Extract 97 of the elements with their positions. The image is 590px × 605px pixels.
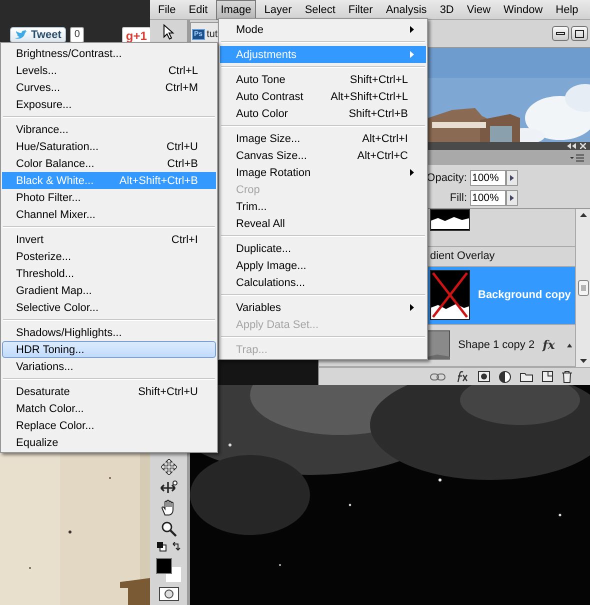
shortcut-text: Alt+Ctrl+C [357, 150, 409, 162]
minimize-button[interactable] [552, 26, 569, 41]
menu-item[interactable]: Gradient Map... [2, 282, 216, 299]
submenu-arrow-icon [410, 304, 414, 311]
link-icon[interactable] [430, 372, 446, 381]
move-arrows-icon[interactable] [160, 459, 176, 475]
shortcut-text: Ctrl+B [167, 158, 199, 170]
folder-icon[interactable] [520, 372, 533, 382]
menu-item[interactable]: Canvas Size... Alt+Ctrl+C [220, 147, 426, 164]
fill-label: Fill: [450, 192, 468, 204]
menu-item[interactable]: Mode [220, 21, 426, 38]
menu-item[interactable]: Curves... Ctrl+M [2, 79, 216, 96]
shortcut-text: Shift+Ctrl+U [138, 386, 199, 398]
expand-arrow-icon[interactable] [566, 342, 572, 348]
shortcut-text: Alt+Ctrl+I [362, 132, 409, 144]
hand-icon[interactable] [160, 499, 176, 516]
menu-bar-item[interactable]: Edit [184, 0, 213, 20]
menu-item[interactable]: Auto Color Shift+Ctrl+B [220, 105, 426, 122]
menu-bar-item[interactable]: Layer [259, 0, 297, 20]
mask-icon[interactable] [478, 371, 490, 382]
submenu-arrow-icon [410, 51, 414, 58]
restore-button[interactable] [571, 26, 588, 41]
menu-item[interactable]: Trim... [220, 198, 426, 215]
menu-item[interactable]: Brightness/Contrast... [2, 45, 216, 62]
menu-item[interactable]: Replace Color... [2, 417, 216, 434]
shortcut-text: Shift+Ctrl+L [350, 74, 409, 86]
scroll-down-icon[interactable] [580, 359, 586, 364]
scroll-thumb-icon[interactable] [578, 280, 588, 296]
new-layer-icon[interactable] [542, 371, 553, 382]
shortcut-text: Alt+Shift+Ctrl+L [330, 90, 409, 102]
shortcut-text: Ctrl+I [171, 234, 199, 246]
menu-item[interactable]: Variations... [2, 358, 216, 375]
opacity-stepper[interactable] [506, 170, 518, 186]
menu-bar-item[interactable]: Filter [343, 0, 378, 20]
tweet-count: 0 [70, 27, 84, 43]
shortcut-text: Shift+Ctrl+B [348, 108, 409, 120]
menu-item[interactable]: HDR Toning... [2, 341, 216, 358]
menu-item[interactable]: Auto Contrast Alt+Shift+Ctrl+L [220, 88, 426, 105]
menu-item[interactable]: Image Rotation [220, 164, 426, 181]
scroll-up-icon[interactable] [580, 212, 586, 217]
opacity-field[interactable]: 100% [470, 170, 506, 186]
menu-bar-item[interactable]: 3D [434, 0, 459, 20]
menu-item[interactable]: Levels... Ctrl+L [2, 62, 216, 79]
menu-item[interactable]: Equalize [2, 434, 216, 451]
menu-item[interactable]: Auto Tone Shift+Ctrl+L [220, 71, 426, 88]
bird-icon [15, 30, 28, 40]
menu-item[interactable]: Image Size... Alt+Ctrl+I [220, 130, 426, 147]
opacity-label: Opacity: [426, 172, 468, 184]
shortcut-text: Ctrl+L [168, 64, 199, 76]
restore-icon [575, 30, 584, 38]
move-arrows-icon[interactable] [160, 480, 178, 494]
panel-menu-icon[interactable] [570, 154, 584, 162]
menu-bar-item[interactable]: Analysis [380, 0, 432, 20]
fx-label: fx [542, 338, 555, 352]
menu-item[interactable]: Hue/Saturation... Ctrl+U [2, 138, 216, 155]
menu-item[interactable]: Match Color... [2, 400, 216, 417]
layer-thumbnail [430, 208, 470, 231]
scrollbar[interactable] [575, 208, 590, 368]
menu-bar-item[interactable]: Image [216, 0, 256, 20]
menu-item[interactable]: Channel Mixer... [2, 206, 216, 223]
default-colors-icon[interactable] [156, 542, 180, 553]
menu-item[interactable]: Posterize... [2, 248, 216, 265]
move-tool-icon[interactable] [162, 24, 174, 40]
menu-item[interactable]: Threshold... [2, 265, 216, 282]
minimize-icon [556, 32, 565, 35]
shortcut-text: Ctrl+U [166, 140, 199, 152]
close-icon[interactable] [580, 143, 586, 149]
shortcut-text: Alt+Shift+Ctrl+B [119, 174, 199, 186]
fx-icon[interactable] [455, 370, 469, 383]
tweet-button[interactable]: Tweet [10, 27, 66, 43]
menu-item[interactable]: Desaturate Shift+Ctrl+U [2, 383, 216, 400]
trash-icon[interactable] [562, 370, 572, 383]
fill-stepper[interactable] [506, 190, 518, 206]
menu-bar-item[interactable]: Help [550, 0, 584, 20]
menu-item[interactable]: Color Balance... Ctrl+B [2, 155, 216, 172]
menu-item[interactable]: Photo Filter... [2, 189, 216, 206]
adjustment-icon[interactable] [499, 370, 511, 383]
arrow-icon [510, 174, 514, 181]
menu-bar-item[interactable]: Window [498, 0, 548, 20]
quick-mask-icon[interactable] [158, 587, 178, 601]
menu-item[interactable]: Vibrance... [2, 121, 216, 138]
fill-field[interactable]: 100% [470, 190, 506, 206]
menu-item[interactable]: Invert Ctrl+I [2, 231, 216, 248]
menu-bar-item[interactable]: Select [300, 0, 340, 20]
menu-item[interactable]: Selective Color... [2, 299, 216, 316]
menu-item[interactable]: Exposure... [2, 96, 216, 113]
submenu-arrow-icon [410, 169, 414, 176]
color-swatches-icon[interactable] [156, 558, 182, 582]
layer-thumbnail [430, 270, 470, 320]
submenu-arrow-icon [410, 26, 414, 33]
search-icon[interactable] [160, 521, 176, 537]
menu-item[interactable]: Shadows/Highlights... [2, 324, 216, 341]
arrow-icon [510, 194, 514, 201]
menu-bar-item[interactable]: File [153, 0, 181, 20]
shortcut-text: Ctrl+M [165, 82, 199, 94]
menu-item[interactable]: Reveal All [220, 215, 426, 232]
menu-bar-item[interactable]: View [462, 0, 496, 20]
